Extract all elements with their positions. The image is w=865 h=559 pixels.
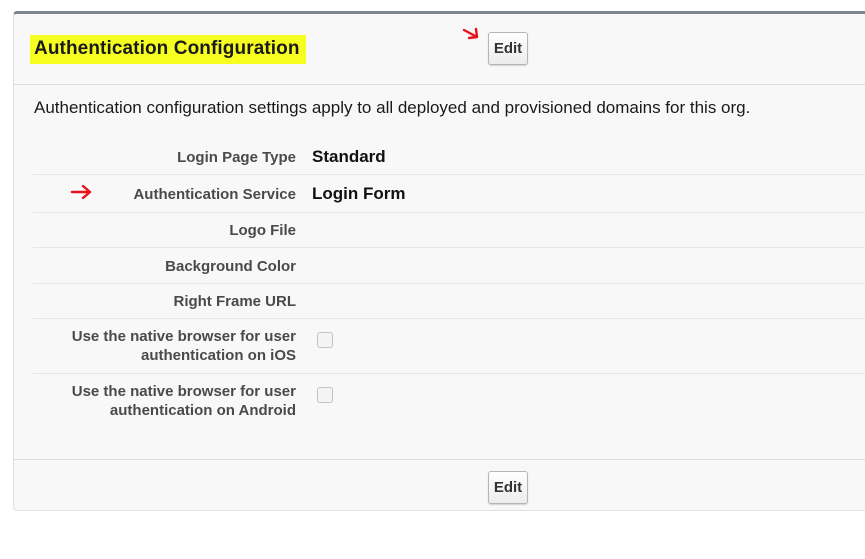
field-label: Right Frame URL (173, 293, 296, 310)
field-value: Standard (312, 147, 386, 166)
field-row-background-color: Background Color (33, 248, 865, 284)
section-description: Authentication configuration settings ap… (34, 98, 751, 117)
edit-button-bottom[interactable]: Edit (488, 471, 528, 504)
red-arrow-annotation-icon (462, 27, 479, 40)
field-row-authentication-service: Authentication Service Login Form (33, 175, 865, 213)
field-label-line: authentication on iOS (140, 347, 296, 364)
native-browser-android-checkbox[interactable] (317, 387, 333, 403)
authentication-configuration-panel: Authentication Configuration Edit Authen… (13, 11, 865, 511)
field-label-line: authentication on Android (109, 402, 296, 419)
field-row-native-browser-ios: Use the native browser for user authenti… (33, 319, 865, 374)
edit-button-top[interactable]: Edit (488, 32, 528, 65)
field-label: Login Page Type (177, 149, 296, 166)
field-row-right-frame-url: Right Frame URL (33, 284, 865, 319)
section-title: Authentication Configuration (30, 35, 306, 64)
field-label: Use the native browser for user authenti… (36, 327, 296, 365)
field-label: Logo File (229, 222, 296, 239)
red-arrow-annotation-icon (70, 185, 92, 199)
footer-divider (14, 459, 865, 460)
field-row-native-browser-android: Use the native browser for user authenti… (33, 374, 865, 429)
field-label-line: Use the native browser for user (71, 328, 296, 345)
field-value: Login Form (312, 184, 406, 203)
field-row-logo-file: Logo File (33, 213, 865, 248)
native-browser-ios-checkbox[interactable] (317, 332, 333, 348)
field-label-line: Use the native browser for user (71, 383, 296, 400)
field-label: Use the native browser for user authenti… (36, 382, 296, 420)
section-header: Authentication Configuration Edit (14, 14, 865, 85)
field-label: Background Color (165, 258, 296, 275)
field-list: Login Page Type Standard Authentication … (33, 136, 865, 429)
field-row-login-page-type: Login Page Type Standard (33, 136, 865, 175)
